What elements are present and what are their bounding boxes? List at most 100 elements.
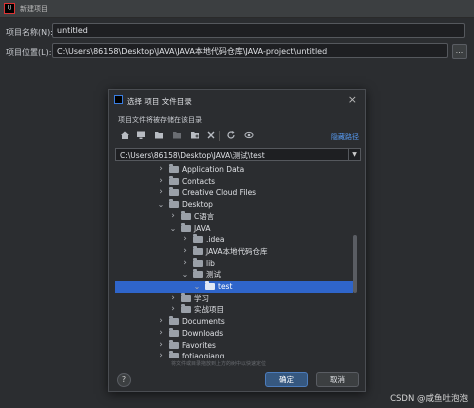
ok-button[interactable]: 确定	[265, 372, 308, 387]
browse-button[interactable]: ...	[452, 44, 467, 59]
tree-item-label: Documents	[182, 317, 225, 327]
refresh-icon[interactable]	[225, 130, 236, 142]
folder-icon	[169, 199, 179, 209]
folder-icon	[169, 351, 179, 358]
cancel-button[interactable]: 取消	[316, 372, 359, 387]
folder-icon	[193, 269, 203, 279]
tree-row[interactable]: › Documents	[115, 316, 361, 328]
tree-row[interactable]: › JAVA本地代码仓库	[115, 245, 361, 258]
tree-item-label: Desktop	[182, 200, 213, 210]
chevron-right-icon[interactable]: ›	[157, 328, 165, 339]
directory-tree[interactable]: › Application Data › Contacts › Creative Clou…	[115, 164, 361, 358]
dialog-description: 项目文件将被存储在该目录	[118, 116, 202, 124]
new-folder-icon[interactable]	[189, 130, 200, 142]
hide-path-link[interactable]: 隐藏路径	[331, 132, 359, 142]
chevron-right-icon[interactable]: ›	[157, 187, 165, 198]
chevron-down-icon[interactable]: ▼	[348, 149, 360, 160]
tree-item-label: Favorites	[182, 340, 216, 350]
show-hidden-icon[interactable]	[243, 130, 254, 142]
folder-icon	[181, 222, 191, 232]
tree-row[interactable]: › .idea	[115, 234, 361, 246]
intellij-logo-icon: IJ	[4, 3, 15, 14]
chevron-right-icon[interactable]: ›	[181, 258, 189, 269]
tree-row[interactable]: › Creative Cloud Files	[115, 187, 361, 199]
project-location-input[interactable]: C:\Users\86158\Desktop\JAVA\JAVA本地代码仓库\J…	[52, 43, 448, 58]
chevron-down-icon[interactable]: ⌄	[193, 281, 201, 292]
tree-row[interactable]: › Contacts	[115, 175, 361, 188]
chevron-down-icon[interactable]: ⌄	[157, 199, 165, 210]
folder-icon	[181, 292, 191, 302]
chevron-right-icon[interactable]: ›	[157, 176, 165, 187]
window-titlebar: IJ 新建项目	[0, 0, 474, 18]
drag-hint: 将文件或目录拖放到上方的树中以快速定位	[171, 361, 267, 367]
tree-row[interactable]: › 实战项目	[115, 304, 361, 316]
path-value: C:\Users\86158\Desktop\JAVA\测试\test	[120, 151, 265, 160]
tree-scrollbar[interactable]	[353, 235, 357, 293]
tree-item-label: lib	[206, 258, 215, 268]
chevron-right-icon[interactable]: ›	[157, 340, 165, 351]
dialog-titlebar: 选择 项目 文件目录 ×	[109, 90, 365, 110]
tree-row[interactable]: › 学习	[115, 292, 361, 305]
tree-item-label: test	[218, 282, 233, 291]
chevron-down-icon[interactable]: ⌄	[169, 223, 177, 234]
folder-icon	[193, 234, 203, 244]
tree-row[interactable]: › fotiaoqiang	[115, 351, 361, 358]
tree-row[interactable]: › C语言	[115, 210, 361, 223]
folder-icon	[193, 257, 203, 267]
tree-row[interactable]: › lib	[115, 257, 361, 270]
project-folder-icon[interactable]	[153, 130, 164, 142]
tree-row[interactable]: ⌄ test	[115, 281, 353, 293]
folder-icon	[169, 316, 179, 326]
folder-icon	[169, 339, 179, 349]
close-icon[interactable]: ×	[348, 93, 357, 106]
path-input[interactable]: C:\Users\86158\Desktop\JAVA\测试\test ▼	[115, 148, 361, 161]
tree-item-label: Creative Cloud Files	[182, 188, 257, 198]
folder-icon	[181, 304, 191, 314]
delete-icon[interactable]	[205, 130, 216, 142]
tree-item-label: 学习	[194, 293, 209, 303]
tree-row[interactable]: ⌄ Desktop	[115, 199, 361, 211]
csdn-watermark: CSDN @咸鱼吐泡泡	[390, 394, 468, 404]
tree-row[interactable]: ⌄ JAVA	[115, 222, 361, 235]
tree-item-label: JAVA	[194, 223, 211, 233]
chevron-right-icon[interactable]: ›	[157, 164, 165, 175]
desktop-icon[interactable]	[135, 130, 146, 142]
project-name-label: 项目名称(N):	[6, 28, 53, 37]
tree-item-label: Contacts	[182, 176, 216, 186]
tree-item-label: .idea	[206, 235, 225, 245]
tree-item-label: 实战项目	[194, 305, 224, 315]
chevron-right-icon[interactable]: ›	[169, 304, 177, 315]
tree-item-label: Application Data	[182, 165, 245, 174]
tree-item-label: Downloads	[182, 328, 224, 338]
chevron-down-icon[interactable]: ⌄	[181, 269, 189, 280]
folder-icon	[169, 327, 179, 337]
folder-icon	[181, 210, 191, 220]
folder-icon	[193, 245, 203, 255]
chevron-right-icon[interactable]: ›	[169, 211, 177, 222]
folder-icon	[169, 175, 179, 185]
tree-row[interactable]: › Application Data	[115, 164, 361, 176]
tree-item-label: 测试	[206, 270, 221, 280]
home-icon[interactable]	[119, 130, 130, 142]
tree-row[interactable]: ⌄ 测试	[115, 269, 361, 281]
module-folder-icon[interactable]	[171, 130, 182, 142]
project-location-label: 项目位置(L):	[6, 48, 52, 57]
folder-icon	[205, 281, 215, 290]
help-button[interactable]: ?	[117, 373, 131, 387]
folder-icon	[169, 187, 179, 197]
chevron-right-icon[interactable]: ›	[181, 246, 189, 257]
chevron-right-icon[interactable]: ›	[181, 234, 189, 245]
tree-item-label: fotiaoqiang	[182, 352, 225, 358]
chevron-right-icon[interactable]: ›	[157, 351, 165, 358]
chevron-right-icon[interactable]: ›	[157, 316, 165, 327]
file-chooser-toolbar: 隐藏路径	[115, 130, 361, 144]
tree-row[interactable]: › Favorites	[115, 339, 361, 352]
window-title: 新建项目	[20, 5, 48, 13]
tree-item-label: JAVA本地代码仓库	[206, 246, 268, 256]
folder-icon	[169, 164, 179, 173]
chevron-right-icon[interactable]: ›	[169, 293, 177, 304]
project-name-input[interactable]: untitled	[52, 23, 465, 38]
select-directory-dialog: 选择 项目 文件目录 × 项目文件将被存储在该目录 隐藏路径 C:\Users\…	[108, 89, 366, 392]
dialog-title: 选择 项目 文件目录	[127, 97, 192, 106]
tree-row[interactable]: › Downloads	[115, 327, 361, 340]
